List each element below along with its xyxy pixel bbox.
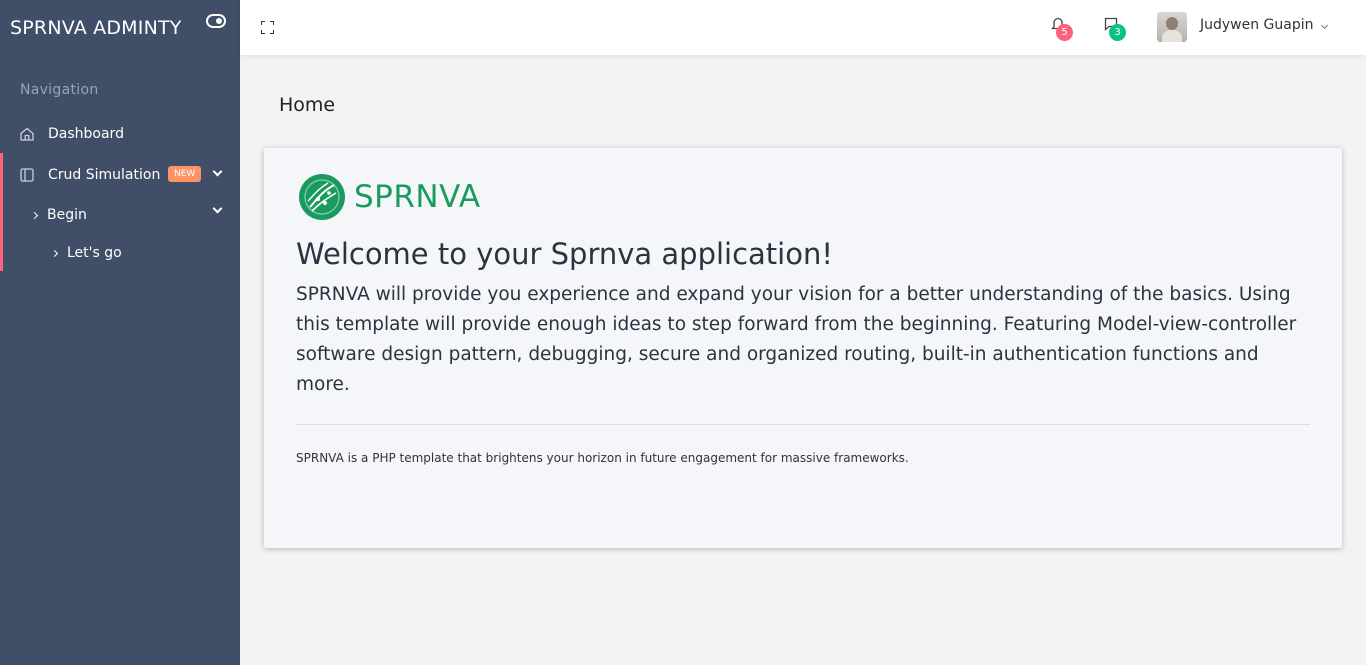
new-badge: NEW [168, 166, 202, 182]
home-icon [20, 127, 34, 141]
user-name[interactable]: Judywen Guapin [1200, 17, 1314, 33]
sidebar-item-label: Crud Simulation [48, 167, 161, 183]
chevron-right-icon [30, 211, 39, 220]
nav-section-title: Navigation [20, 82, 99, 98]
sidebar-item-lets-go[interactable]: Let's go [0, 235, 240, 271]
messages-count: 3 [1109, 24, 1126, 41]
chevron-down-icon[interactable] [212, 203, 223, 214]
sidebar-icon [20, 168, 34, 182]
logo: SPRNVA [298, 173, 481, 221]
footnote-text: SPRNVA is a PHP template that brightens … [296, 451, 909, 465]
chevron-down-icon[interactable] [212, 166, 223, 177]
sidebar-item-crud-simulation[interactable]: Crud Simulation NEW [0, 157, 240, 193]
fullscreen-icon[interactable] [261, 21, 274, 34]
logo-icon [299, 174, 345, 220]
sidebar: SPRNVA ADMINTY Navigation Dashboard Crud… [0, 0, 240, 665]
notifications-button[interactable]: 5 [1050, 16, 1075, 41]
sidebar-item-label: Let's go [67, 245, 122, 261]
welcome-card: SPRNVA Welcome to your Sprnva applicatio… [264, 148, 1342, 548]
divider [296, 424, 1310, 425]
notifications-count: 5 [1056, 24, 1073, 41]
top-header: 5 3 Judywen Guapin [240, 0, 1366, 55]
page-title: Home [279, 94, 336, 116]
sidebar-item-label: Dashboard [48, 126, 124, 142]
intro-paragraph: SPRNVA will provide you experience and e… [296, 284, 1297, 395]
messages-button[interactable]: 3 [1104, 16, 1128, 41]
welcome-heading: Welcome to your Sprnva application! [296, 237, 833, 271]
sidebar-item-dashboard[interactable]: Dashboard [0, 116, 240, 152]
sidebar-item-label: Begin [47, 207, 87, 223]
toggle-icon[interactable] [206, 14, 226, 28]
brand: SPRNVA ADMINTY [0, 0, 240, 55]
avatar[interactable] [1157, 12, 1187, 42]
chevron-down-icon[interactable] [1320, 21, 1329, 30]
logo-text: SPRNVA [354, 179, 481, 215]
sidebar-item-begin[interactable]: Begin [0, 197, 240, 233]
chevron-right-icon [50, 249, 59, 258]
brand-title[interactable]: SPRNVA ADMINTY [10, 17, 182, 39]
